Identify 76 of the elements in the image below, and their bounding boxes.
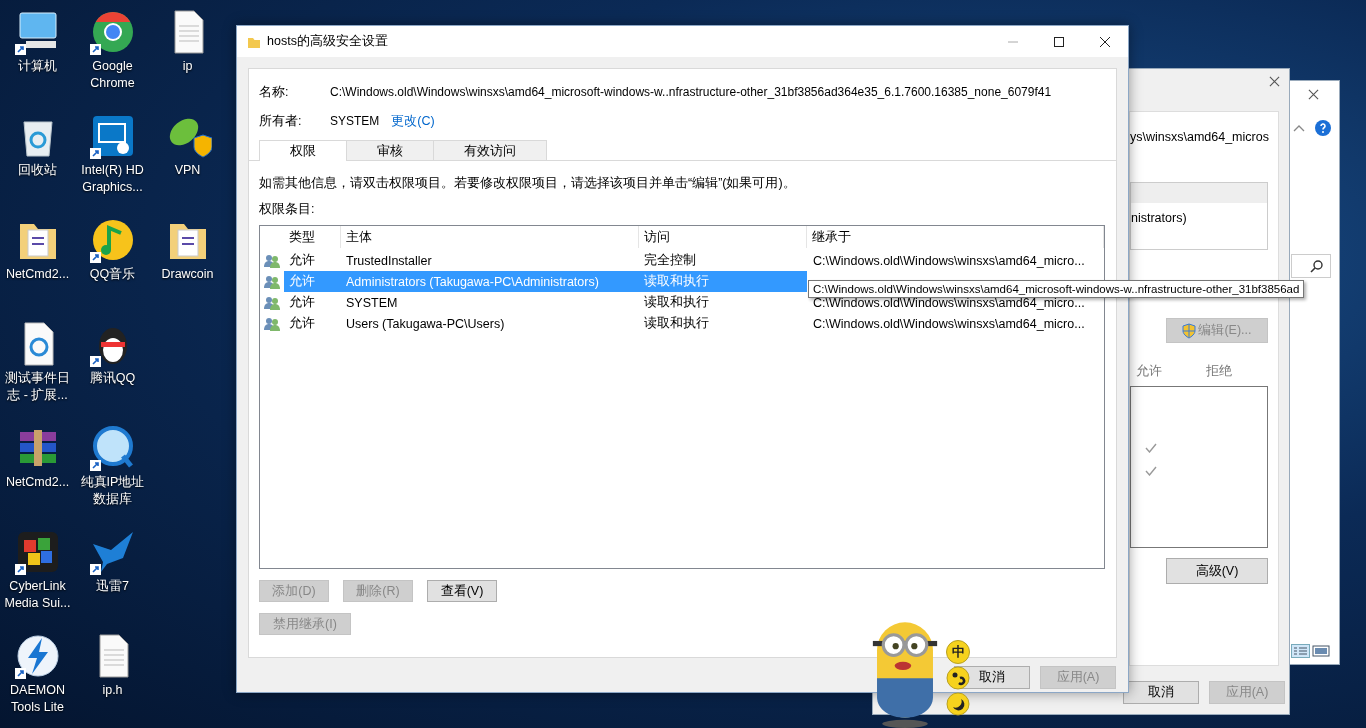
table-cell-text: 完全控制: [643, 252, 697, 269]
table-cell-text: SYSTEM: [345, 295, 399, 310]
owner-value: SYSTEM: [330, 114, 380, 128]
shield-icon: [1182, 322, 1197, 339]
desktop-icon-label[interactable]: ip.h: [75, 682, 150, 699]
column-header[interactable]: 主体: [341, 226, 639, 248]
users-icon: [264, 295, 280, 310]
desktop-icon-label[interactable]: 测试事件日志 - 扩展...: [0, 370, 75, 404]
desktop-icon-label[interactable]: CyberLink Media Sui...: [0, 578, 75, 612]
table-cell-text: Users (Takugawa-PC\Users): [345, 316, 506, 331]
moon-icon[interactable]: [946, 692, 970, 716]
tooltip: C:\Windows.old\Windows\winsxs\amd64_microsoft-windows-w..nfrastructure-other_31bf3856ad: [808, 280, 1305, 298]
table-cell-text: C:\Windows.old\Windows\winsxs\amd64_micro...: [812, 316, 1086, 331]
table-cell-text: C:\Windows.old\Windows\winsxs\amd64_micro...: [812, 295, 1086, 310]
name-value: C:\Windows.old\Windows\winsxs\amd64_microsoft-windows-w..nfrastructure-other_31bf3856ad364e35_6.1.7600.16385_none_6079f41: [330, 85, 1052, 99]
maximize-icon: [1054, 36, 1064, 47]
change-link[interactable]: 更改(C): [391, 112, 435, 130]
close-icon: [1100, 36, 1110, 47]
list-box[interactable]: nistrators): [1130, 182, 1268, 250]
search-icon: [1310, 259, 1324, 273]
punctuation-icon[interactable]: [946, 666, 970, 690]
users-icon: [264, 253, 280, 268]
window-title: hosts的高级安全设置: [267, 33, 388, 50]
tab[interactable]: 有效访问: [433, 140, 547, 160]
field-label: 所有者:: [259, 112, 303, 130]
table-cell-text: Administrators (Takugawa-PC\Administrators): [345, 274, 600, 289]
close-icon[interactable]: [1308, 89, 1319, 100]
table-cell-text: 允许: [288, 252, 316, 269]
tab[interactable]: 审核: [346, 140, 434, 160]
users-icon: [264, 316, 280, 331]
table-cell-text: 读取和执行: [643, 294, 710, 311]
dialog-button[interactable]: 取消: [1123, 681, 1199, 704]
desktop-icon-label[interactable]: 回收站: [0, 162, 75, 179]
desktop-icon-label[interactable]: 计算机: [0, 58, 75, 75]
field-label: 名称:: [259, 83, 290, 101]
desktop-icon-label[interactable]: NetCmd2...: [0, 474, 75, 491]
table-cell-text: 读取和执行: [643, 273, 710, 290]
table-cell-text: 允许: [288, 294, 316, 311]
section-label: 权限条目:: [259, 201, 316, 218]
table-cell-text: TrustedInstaller: [345, 253, 433, 268]
list-item[interactable]: nistrators): [1131, 211, 1267, 225]
desktop-icon-label[interactable]: 迅雷7: [75, 578, 150, 595]
table-cell-text: C:\Windows.old\Windows\winsxs\amd64_micro...: [812, 253, 1086, 268]
column-header[interactable]: 继承于: [807, 226, 1104, 248]
path-text: ys\winsxs\amd64_micros: [1130, 130, 1268, 144]
tab[interactable]: 权限: [259, 140, 347, 161]
column-header[interactable]: 类型: [284, 226, 341, 248]
desktop-icon-label[interactable]: VPN: [150, 162, 225, 179]
search-field[interactable]: [1291, 254, 1331, 278]
help-icon[interactable]: [1315, 120, 1331, 136]
table-row[interactable]: 允许 SYSTEM 读取和执行: [284, 292, 807, 313]
desktop-icon-label[interactable]: Google Chrome: [75, 58, 150, 92]
view-mode-icon[interactable]: [1291, 644, 1331, 658]
desktop-icon-label[interactable]: ip: [150, 58, 225, 75]
desktop-icon-label[interactable]: DAEMON Tools Lite: [0, 682, 75, 716]
close-icon[interactable]: [1269, 76, 1280, 87]
column-header: 拒绝: [1206, 363, 1232, 380]
desktop-icon-label[interactable]: QQ音乐: [75, 266, 150, 283]
advanced-button[interactable]: 高级(V): [1166, 558, 1268, 584]
table-row[interactable]: 允许 TrustedInstaller 完全控制: [284, 250, 807, 271]
column-header: 允许: [1136, 363, 1162, 380]
users-icon: [264, 274, 280, 289]
action-button[interactable]: 查看(V): [427, 580, 497, 602]
desktop-icon-label[interactable]: 腾讯QQ: [75, 370, 150, 387]
desktop-icon-label[interactable]: Intel(R) HD Graphics...: [75, 162, 150, 196]
lightning-icon[interactable]: [13, 632, 62, 680]
table-cell-text: 允许: [288, 315, 316, 332]
info-text: 如需其他信息，请双击权限项目。若要修改权限项目，请选择该项目并单击“编辑”(如果可用)。: [259, 175, 797, 192]
table-cell-text: 读取和执行: [643, 315, 710, 332]
column-header[interactable]: 访问: [639, 226, 807, 248]
desktop-icon-label[interactable]: NetCmd2...: [0, 266, 75, 283]
table-row[interactable]: 允许 Users (Takugawa-PC\Users) 读取和执行: [284, 313, 807, 334]
desktop-icon-label[interactable]: 纯真IP地址数据库: [75, 474, 150, 508]
chevron-up-icon[interactable]: [1293, 124, 1305, 132]
table-cell-text: 允许: [288, 273, 316, 290]
desktop-icon-label[interactable]: Drawcoin: [150, 266, 225, 283]
